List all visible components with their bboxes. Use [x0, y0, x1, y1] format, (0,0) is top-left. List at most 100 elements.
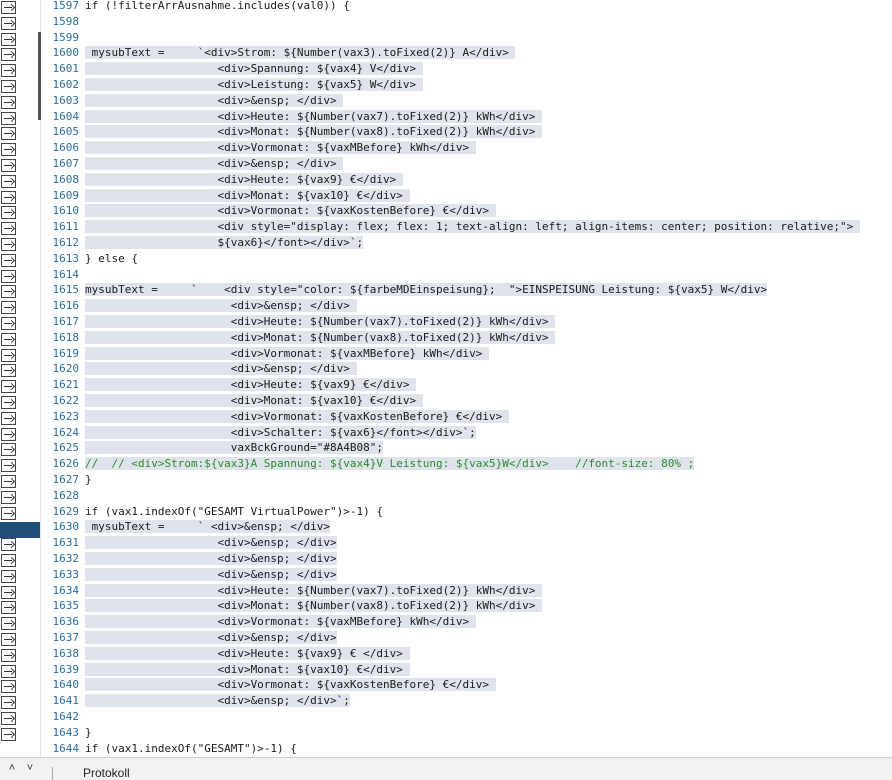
code-line[interactable]: <div>&ensp; </div> [85, 298, 892, 314]
code-line[interactable]: <div>Heute: ${Number(vax7).toFixed(2)} k… [85, 314, 892, 330]
block-arrow-icon[interactable] [1, 159, 16, 172]
code-line[interactable] [85, 14, 892, 30]
code-line[interactable]: <div>Heute: ${vax9} € </div> [85, 646, 892, 662]
code-line[interactable]: vaxBckGround="#8A4B08"; [85, 440, 892, 456]
code-editor[interactable]: if (!filterArrAusnahme.includes(val0)) {… [85, 0, 892, 757]
code-line[interactable]: <div>&ensp; </div> [85, 535, 892, 551]
block-arrow-icon[interactable] [1, 112, 16, 125]
block-arrow-icon[interactable] [1, 665, 16, 678]
block-arrow-icon[interactable] [1, 428, 16, 441]
block-arrow-icon[interactable] [1, 17, 16, 30]
block-arrow-icon[interactable] [1, 696, 16, 709]
block-arrow-icon[interactable] [1, 285, 16, 298]
code-line[interactable]: <div>&ensp; </div> [85, 156, 892, 172]
code-line[interactable]: mysubText = ` <div>&ensp; </div> [85, 519, 892, 535]
block-arrow-icon[interactable] [1, 443, 16, 456]
block-arrow-icon[interactable] [1, 333, 16, 346]
block-arrow-icon[interactable] [1, 459, 16, 472]
block-arrow-icon[interactable] [1, 491, 16, 504]
block-arrow-icon[interactable] [1, 48, 16, 61]
block-arrow-icon[interactable] [1, 270, 16, 283]
block-arrow-icon[interactable] [1, 64, 16, 77]
block-arrow-icon[interactable] [1, 206, 16, 219]
code-line[interactable]: <div>Heute: ${Number(vax7).toFixed(2)} k… [85, 109, 892, 125]
code-line[interactable]: <div>Monat: ${Number(vax8).toFixed(2)} k… [85, 598, 892, 614]
block-arrow-icon[interactable] [1, 380, 16, 393]
block-arrow-icon[interactable] [1, 317, 16, 330]
block-arrow-icon[interactable] [1, 507, 16, 520]
block-arrow-icon[interactable] [1, 601, 16, 614]
block-arrow-icon[interactable] [1, 633, 16, 646]
code-line[interactable]: <div>Spannung: ${vax4} V</div> [85, 61, 892, 77]
block-arrow-icon[interactable] [1, 96, 16, 109]
code-line[interactable]: <div>Heute: ${vax9} €</div> [85, 377, 892, 393]
block-arrow-icon[interactable] [1, 680, 16, 693]
block-arrow-icon[interactable] [1, 712, 16, 725]
code-line[interactable]: if (vax1.indexOf("GESAMT")>-1) { [85, 741, 892, 757]
code-line[interactable]: <div>Vormonat: ${vaxKostenBefore} €</div… [85, 409, 892, 425]
code-line[interactable] [85, 488, 892, 504]
code-line[interactable]: <div>Heute: ${vax9} €</div> [85, 172, 892, 188]
code-line[interactable]: mysubText = `<div>Strom: ${Number(vax3).… [85, 45, 892, 61]
block-arrow-icon[interactable] [1, 175, 16, 188]
code-line[interactable]: <div style="display: flex; flex: 1; text… [85, 219, 892, 235]
code-line[interactable]: <div>&ensp; </div> [85, 630, 892, 646]
code-line[interactable]: } [85, 725, 892, 741]
block-arrow-icon[interactable] [1, 649, 16, 662]
block-arrow-icon[interactable] [1, 254, 16, 267]
code-line[interactable]: <div>Monat: ${Number(vax8).toFixed(2)} k… [85, 124, 892, 140]
code-line[interactable]: } [85, 472, 892, 488]
block-arrow-icon[interactable] [1, 238, 16, 251]
block-arrow-icon[interactable] [1, 301, 16, 314]
code-line[interactable]: // // <div>Strom:${vax3}A Spannung: ${va… [85, 456, 892, 472]
code-line[interactable]: <div>Monat: ${vax10} €</div> [85, 188, 892, 204]
block-arrow-icon[interactable] [1, 349, 16, 362]
block-arrow-icon[interactable] [1, 538, 16, 551]
block-arrow-icon[interactable] [1, 554, 16, 567]
block-arrow-icon[interactable] [1, 570, 16, 583]
block-arrow-icon[interactable] [1, 475, 16, 488]
tab-protokoll[interactable]: Protokoll [52, 767, 283, 780]
block-arrow-icon[interactable] [1, 412, 16, 425]
code-line[interactable]: <div>Vormonat: ${vaxKostenBefore} €</div… [85, 203, 892, 219]
block-selected-icon[interactable] [0, 522, 40, 538]
code-line[interactable]: } else { [85, 251, 892, 267]
block-arrow-icon[interactable] [1, 586, 16, 599]
code-line[interactable]: <div>Heute: ${Number(vax7).toFixed(2)} k… [85, 583, 892, 599]
code-line[interactable]: if (!filterArrAusnahme.includes(val0)) { [85, 0, 892, 14]
code-line[interactable]: <div>Monat: ${vax10} €</div> [85, 393, 892, 409]
block-arrow-icon[interactable] [1, 143, 16, 156]
block-arrow-icon[interactable] [1, 222, 16, 235]
code-line-text: <div>Monat: ${Number(vax8).toFixed(2)} k… [85, 599, 542, 612]
code-line[interactable]: <div>&ensp; </div> [85, 567, 892, 583]
code-line[interactable]: mysubText = ` <div style="color: ${farbe… [85, 282, 892, 298]
code-line[interactable]: <div>&ensp; </div> [85, 93, 892, 109]
code-line[interactable]: <div>Vormonat: ${vaxMBefore} kWh</div> [85, 346, 892, 362]
chevron-up-icon[interactable]: ˄ [6, 761, 18, 775]
code-line[interactable]: <div>Vormonat: ${vaxKostenBefore} €</div… [85, 677, 892, 693]
code-line[interactable]: <div>Monat: ${vax10} €</div> [85, 662, 892, 678]
code-line[interactable]: <div>&ensp; </div> [85, 551, 892, 567]
code-line[interactable] [85, 709, 892, 725]
code-line[interactable] [85, 267, 892, 283]
block-arrow-icon[interactable] [1, 1, 16, 14]
code-line[interactable]: <div>&ensp; </div>`; [85, 693, 892, 709]
code-line[interactable] [85, 30, 892, 46]
block-arrow-icon[interactable] [1, 364, 16, 377]
block-arrow-icon[interactable] [1, 396, 16, 409]
block-arrow-icon[interactable] [1, 617, 16, 630]
code-line[interactable]: <div>Monat: ${Number(vax8).toFixed(2)} k… [85, 330, 892, 346]
block-arrow-icon[interactable] [1, 80, 16, 93]
block-arrow-icon[interactable] [1, 191, 16, 204]
code-line[interactable]: if (vax1.indexOf("GESAMT VirtualPower")>… [85, 504, 892, 520]
code-line[interactable]: ${vax6}</font></div>`; [85, 235, 892, 251]
chevron-down-icon[interactable]: ˅ [24, 761, 36, 775]
block-arrow-icon[interactable] [1, 33, 16, 46]
block-arrow-icon[interactable] [1, 728, 16, 741]
code-line[interactable]: <div>Leistung: ${vax5} W</div> [85, 77, 892, 93]
code-line[interactable]: <div>Schalter: ${vax6}</font></div>`; [85, 425, 892, 441]
code-line[interactable]: <div>Vormonat: ${vaxMBefore} kWh</div> [85, 140, 892, 156]
block-arrow-icon[interactable] [1, 127, 16, 140]
code-line[interactable]: <div>Vormonat: ${vaxMBefore} kWh</div> [85, 614, 892, 630]
code-line[interactable]: <div>&ensp; </div> [85, 361, 892, 377]
